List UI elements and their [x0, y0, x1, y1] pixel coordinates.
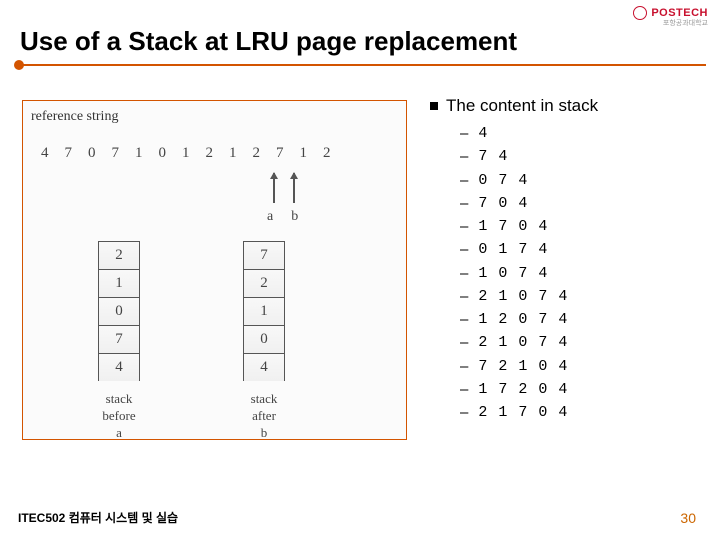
ref-val: 1 [300, 145, 308, 162]
stack-cell: 4 [98, 353, 140, 381]
stack-cell: 2 [243, 269, 285, 297]
arrow-label-b: b [291, 209, 298, 225]
logo-subtitle: 포항공과대학교 [663, 18, 708, 28]
list-item-text: 0 1 7 4 [478, 238, 548, 261]
list-item: –2 1 0 7 4 [460, 331, 598, 354]
dash-icon: – [460, 401, 468, 424]
list-item: –4 [460, 122, 598, 145]
ref-val: 0 [159, 145, 167, 162]
footer-course: ITEC502 컴퓨터 시스템 및 실습 [18, 509, 178, 526]
dash-icon: – [460, 238, 468, 261]
stack-label-line: after [243, 408, 285, 425]
stack-label-line: before [98, 408, 140, 425]
stack-after-label: stack after b [243, 391, 285, 442]
list-item-text: 1 7 2 0 4 [478, 378, 568, 401]
dash-icon: – [460, 378, 468, 401]
stack-label-line: stack [243, 391, 285, 408]
stack-label-line: stack [98, 391, 140, 408]
ref-val: 7 [65, 145, 73, 162]
dash-icon: – [460, 331, 468, 354]
ref-val: 2 [253, 145, 261, 162]
ref-val: 2 [323, 145, 331, 162]
stack-cell: 0 [98, 297, 140, 325]
arrow-up-icon [273, 173, 275, 203]
content-list: The content in stack –4 –7 4 –0 7 4 –7 0… [430, 96, 598, 424]
stack-cell: 1 [243, 297, 285, 325]
ref-val: 1 [182, 145, 190, 162]
list-item: –1 2 0 7 4 [460, 308, 598, 331]
stack-cell: 1 [98, 269, 140, 297]
list-item: –1 7 0 4 [460, 215, 598, 238]
list-item-text: 0 7 4 [478, 169, 528, 192]
stack-label-line: a [98, 425, 140, 442]
dash-icon: – [460, 122, 468, 145]
slide-title: Use of a Stack at LRU page replacement [20, 26, 517, 57]
dash-icon: – [460, 215, 468, 238]
list-item: –1 7 2 0 4 [460, 378, 598, 401]
list-item-text: 2 1 7 0 4 [478, 401, 568, 424]
list-item-text: 2 1 0 7 4 [478, 285, 568, 308]
arrow-up-icon [293, 173, 295, 203]
ref-val: 0 [88, 145, 96, 162]
ref-val: 7 [112, 145, 120, 162]
stack-cell: 7 [98, 325, 140, 353]
logo-emblem-icon [633, 6, 647, 20]
list-item-text: 7 2 1 0 4 [478, 355, 568, 378]
arrow-labels: a b [267, 209, 298, 225]
stack-after: 7 2 1 0 4 stack after b [243, 241, 285, 442]
list-item: –0 1 7 4 [460, 238, 598, 261]
stack-before: 2 1 0 7 4 stack before a [98, 241, 140, 442]
arrows-group [273, 173, 295, 203]
list-items: –4 –7 4 –0 7 4 –7 0 4 –1 7 0 4 –0 1 7 4 … [460, 122, 598, 424]
ref-string-label: reference string [31, 109, 398, 125]
list-item: –0 7 4 [460, 169, 598, 192]
ref-val: 4 [41, 145, 49, 162]
list-item: –7 2 1 0 4 [460, 355, 598, 378]
dash-icon: – [460, 355, 468, 378]
list-item: –2 1 7 0 4 [460, 401, 598, 424]
title-rule [20, 64, 706, 66]
list-item: –7 4 [460, 145, 598, 168]
figure-box: reference string 4 7 0 7 1 0 1 2 1 2 7 1… [22, 100, 407, 440]
list-item: –7 0 4 [460, 192, 598, 215]
list-item: –1 0 7 4 [460, 262, 598, 285]
ref-val: 1 [135, 145, 143, 162]
stack-cell: 2 [98, 241, 140, 269]
stack-label-line: b [243, 425, 285, 442]
ref-val: 1 [229, 145, 237, 162]
list-item: –2 1 0 7 4 [460, 285, 598, 308]
dash-icon: – [460, 192, 468, 215]
dash-icon: – [460, 262, 468, 285]
dash-icon: – [460, 169, 468, 192]
arrow-label-a: a [267, 209, 273, 225]
list-item-text: 7 4 [478, 145, 508, 168]
page-number: 30 [680, 510, 696, 526]
list-item-text: 1 0 7 4 [478, 262, 548, 285]
square-bullet-icon [430, 102, 438, 110]
list-item-text: 1 2 0 7 4 [478, 308, 568, 331]
dash-icon: – [460, 145, 468, 168]
stack-cell: 7 [243, 241, 285, 269]
ref-val: 7 [276, 145, 284, 162]
list-header: The content in stack [430, 96, 598, 116]
list-item-text: 4 [478, 122, 488, 145]
dash-icon: – [460, 308, 468, 331]
stack-cell: 4 [243, 353, 285, 381]
list-item-text: 7 0 4 [478, 192, 528, 215]
list-item-text: 2 1 0 7 4 [478, 331, 568, 354]
stack-before-label: stack before a [98, 391, 140, 442]
dash-icon: – [460, 285, 468, 308]
ref-string-row: 4 7 0 7 1 0 1 2 1 2 7 1 2 [41, 145, 331, 162]
ref-val: 2 [206, 145, 214, 162]
stack-cell: 0 [243, 325, 285, 353]
list-item-text: 1 7 0 4 [478, 215, 548, 238]
list-header-text: The content in stack [446, 96, 598, 116]
